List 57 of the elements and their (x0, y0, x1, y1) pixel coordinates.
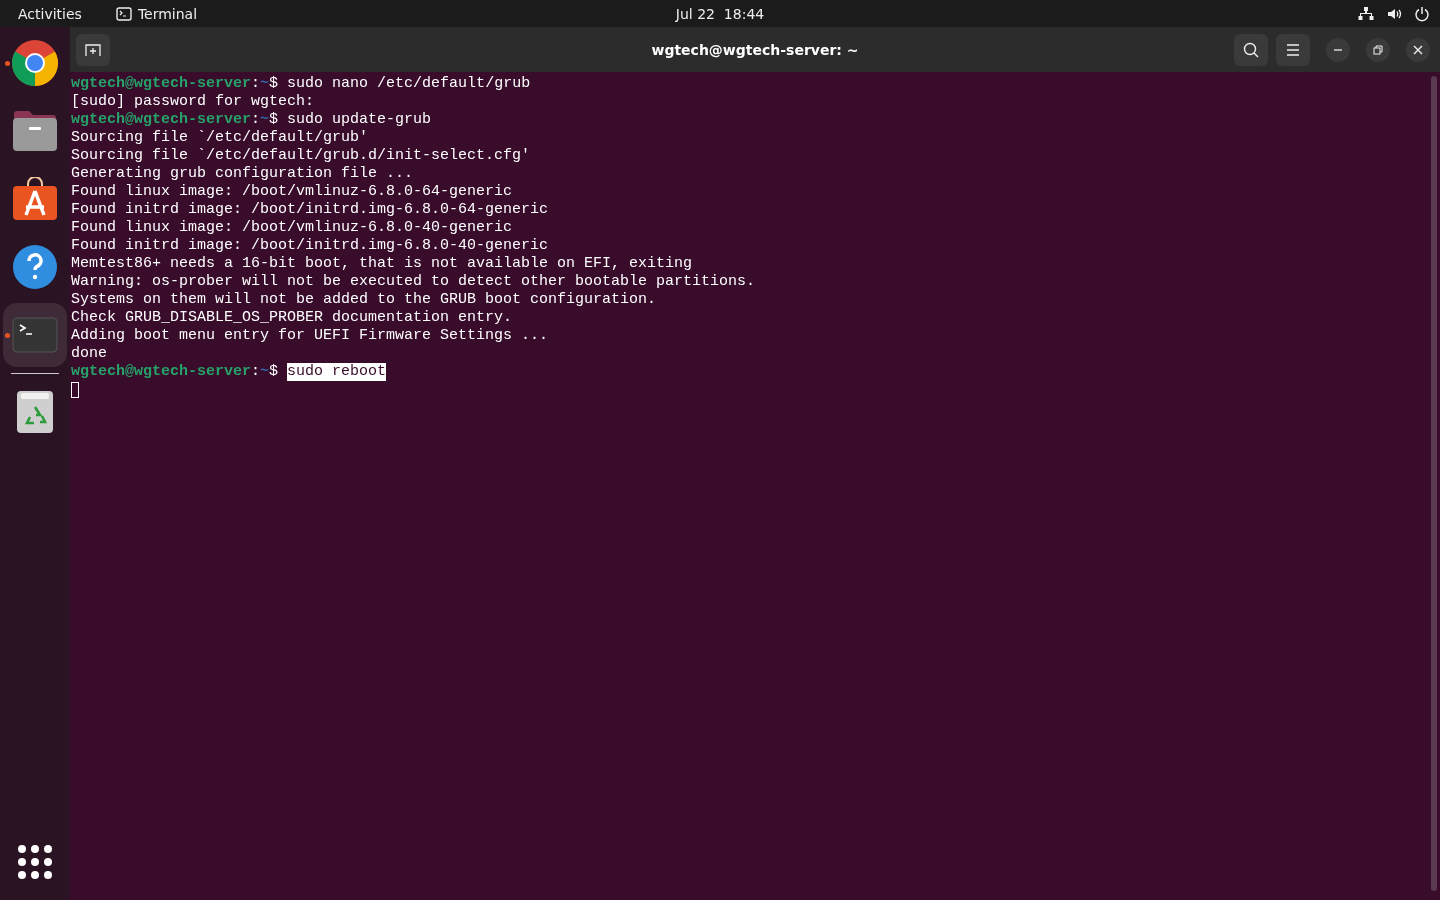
prompt-symbol: $ (269, 363, 279, 381)
browser-icon (11, 39, 59, 87)
output-line: Sourcing file `/etc/default/grub.d/init-select.cfg' (71, 147, 531, 165)
close-icon (1413, 44, 1423, 55)
output-line: [sudo] password for wgtech: (71, 93, 315, 111)
prompt-path: ~ (260, 363, 270, 381)
prompt-path: ~ (260, 111, 270, 129)
prompt-user-host: wgtech@wgtech-server (71, 363, 252, 381)
output-line: Found initrd image: /boot/initrd.img-6.8.0-40-generic (71, 237, 549, 255)
output-line: Check GRUB_DISABLE_OS_PROBER documentation entry. (71, 309, 513, 327)
prompt-user-host: wgtech@wgtech-server (71, 111, 252, 129)
clock[interactable]: Jul 22 18:44 (675, 5, 765, 22)
shopping-bag-icon (12, 177, 58, 221)
app-menu-label[interactable]: Terminal (137, 5, 198, 22)
output-line: Memtest86+ needs a 16-bit boot, that is not available on EFI, exiting (71, 255, 693, 273)
prompt-user-host: wgtech@wgtech-server (71, 75, 252, 93)
text-cursor (71, 382, 79, 398)
prompt-separator: : (251, 363, 261, 381)
minimize-button[interactable] (1326, 37, 1350, 62)
search-icon (1243, 41, 1259, 58)
prompt-separator: : (251, 75, 261, 93)
restore-icon (1373, 44, 1383, 55)
activities-button[interactable]: Activities (18, 5, 82, 22)
command-text: sudo reboot (287, 363, 387, 381)
prompt-separator: : (251, 111, 261, 129)
terminal-icon (115, 6, 132, 21)
output-line: Adding boot menu entry for UEFI Firmware Settings ... (71, 327, 549, 345)
minimize-icon (1333, 48, 1343, 51)
terminal-icon (12, 317, 58, 353)
network-icon[interactable] (1358, 5, 1374, 22)
prompt-path: ~ (260, 75, 270, 93)
menu-icon (1286, 43, 1300, 56)
window-title: wgtech@wgtech-server: ~ (651, 41, 859, 58)
folder-icon (12, 110, 58, 152)
command-text: sudo update-grub (287, 111, 432, 129)
help-icon (12, 244, 58, 290)
output-line: Sourcing file `/etc/default/grub' (71, 129, 369, 147)
prompt-symbol: $ (269, 75, 279, 93)
output-line: Systems on them will not be added to the GRUB boot configuration. (71, 291, 657, 309)
plus-icon (85, 42, 101, 57)
search-button[interactable] (1234, 33, 1268, 66)
output-line: Generating grub configuration file ... (71, 165, 414, 183)
command-text: sudo nano /etc/default/grub (287, 75, 531, 93)
menu-button[interactable] (1276, 33, 1310, 66)
power-icon[interactable] (1414, 5, 1430, 22)
output-line: Found linux image: /boot/vmlinuz-6.8.0-64-generic (71, 183, 513, 201)
output-line: Found initrd image: /boot/initrd.img-6.8.0-64-generic (71, 201, 549, 219)
close-button[interactable] (1406, 37, 1430, 62)
prompt-symbol: $ (269, 111, 279, 129)
restore-button[interactable] (1366, 37, 1390, 62)
output-line: done (71, 345, 107, 363)
output-line: Warning: os-prober will not be executed to detect other bootable partitions. (71, 273, 756, 291)
output-line: Found linux image: /boot/vmlinuz-6.8.0-40-generic (71, 219, 513, 237)
recycle-bin-icon (16, 390, 54, 434)
scrollbar[interactable] (1431, 76, 1437, 891)
new-tab-button[interactable] (76, 33, 110, 66)
app-grid-icon[interactable] (17, 844, 53, 880)
